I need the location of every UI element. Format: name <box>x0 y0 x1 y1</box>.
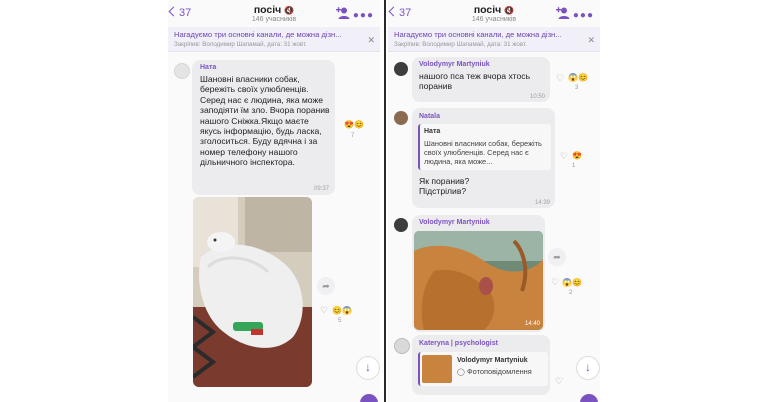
message-text: нашого пса теж вчора хтось поранив <box>419 71 531 92</box>
avatar[interactable] <box>394 111 408 125</box>
more-options-button[interactable]: ●●● <box>573 10 594 21</box>
sender-name[interactable]: Volodymyr Martyniuk <box>419 61 490 68</box>
message-time: 10:50 <box>530 94 546 100</box>
avatar[interactable] <box>174 63 190 79</box>
sender-name[interactable]: Kateryna | psychologist <box>419 340 498 347</box>
message-time: 14:39 <box>535 200 551 206</box>
camera-icon: ◯ <box>457 369 465 376</box>
pinned-meta: Закріпив: Володимир Шапамай, дата: 31 жо… <box>174 41 307 48</box>
more-options-button[interactable]: ●●● <box>353 10 374 21</box>
message-text: Шановні власники собак, бережіть своїх у… <box>200 74 330 168</box>
reaction-count: 1 <box>572 163 576 169</box>
share-button[interactable]: ➦ <box>317 277 335 295</box>
scroll-to-bottom-button[interactable]: ↓ <box>576 356 600 380</box>
chat-title-text: посіч <box>253 4 282 16</box>
compose-button[interactable] <box>580 394 598 402</box>
pinned-text: Нагадуємо три основні канали, де можна д… <box>394 30 562 39</box>
add-member-icon[interactable] <box>556 6 570 20</box>
quote-text: Шановні власники собак, бережіть своїх у… <box>424 139 542 166</box>
chat-header: 37 посіч 🔇 146 учасників ●●● <box>388 0 600 27</box>
message-time: 09:37 <box>314 186 330 192</box>
add-member-icon[interactable] <box>336 6 350 20</box>
pinned-meta: Закріпив: Володимир Шапамай, дата: 31 жо… <box>394 41 527 48</box>
avatar[interactable] <box>394 62 408 76</box>
panel-divider <box>384 0 386 402</box>
pinned-message[interactable]: Нагадуємо три основні канали, де можна д… <box>388 27 600 52</box>
sender-name[interactable]: Ната <box>200 64 216 71</box>
mute-icon: 🔇 <box>284 6 295 15</box>
reaction-count: 7 <box>351 133 355 139</box>
reaction-emoji[interactable]: 😱😊 <box>562 278 582 287</box>
quote-author: Volodymyr Martyniuk <box>457 357 528 364</box>
share-button[interactable]: ➦ <box>548 248 566 266</box>
reaction-emoji[interactable]: 😱😊 <box>568 73 588 82</box>
reaction-count: 2 <box>569 290 573 296</box>
reaction-count: 5 <box>338 318 342 324</box>
photo-message[interactable] <box>193 197 312 387</box>
like-heart-icon[interactable]: ♡ <box>551 277 559 288</box>
reaction-emoji[interactable]: 😍 <box>572 151 582 160</box>
like-heart-icon[interactable]: ♡ <box>560 151 568 162</box>
close-icon[interactable]: ✕ <box>367 35 375 46</box>
chat-header: 37 посіч 🔇 146 учасників ●●● <box>168 0 380 27</box>
reaction-emoji[interactable]: 😊😱 <box>332 306 352 315</box>
mute-icon: 🔇 <box>504 6 515 15</box>
quoted-photo-thumbnail <box>422 355 452 383</box>
scroll-to-bottom-button[interactable]: ↓ <box>356 356 380 380</box>
dog-photo <box>193 197 312 387</box>
avatar[interactable] <box>394 218 408 232</box>
close-icon[interactable]: ✕ <box>587 35 595 46</box>
quote-text: Фотоповідомлення <box>467 367 532 376</box>
chat-title-text: посіч <box>473 4 502 16</box>
reaction-count: 3 <box>575 85 579 91</box>
photo-message[interactable] <box>414 231 543 330</box>
message-time: 14:40 <box>525 321 541 327</box>
reaction-emoji[interactable]: 😍😊 <box>344 120 364 129</box>
message-text: Як поранив? Підстрілив? <box>419 176 470 197</box>
dog-wound-photo <box>414 231 543 330</box>
quote-author: Ната <box>424 128 441 135</box>
sender-name[interactable]: Natala <box>419 113 440 120</box>
sender-name[interactable]: Volodymyr Martyniuk <box>419 219 490 226</box>
chat-screen-left: 37 посіч 🔇 146 учасників ●●● Нагадуємо т… <box>168 0 380 402</box>
avatar[interactable] <box>394 338 410 354</box>
like-heart-icon[interactable]: ♡ <box>320 305 328 316</box>
chat-screen-right: 37 посіч 🔇 146 учасників ●●● Нагадуємо т… <box>388 0 600 402</box>
pinned-text: Нагадуємо три основні канали, де можна д… <box>174 30 342 39</box>
like-heart-icon[interactable]: ♡ <box>556 73 564 84</box>
compose-button[interactable] <box>360 394 378 402</box>
like-heart-icon[interactable]: ♡ <box>555 376 563 387</box>
pinned-message[interactable]: Нагадуємо три основні канали, де можна д… <box>168 27 380 52</box>
